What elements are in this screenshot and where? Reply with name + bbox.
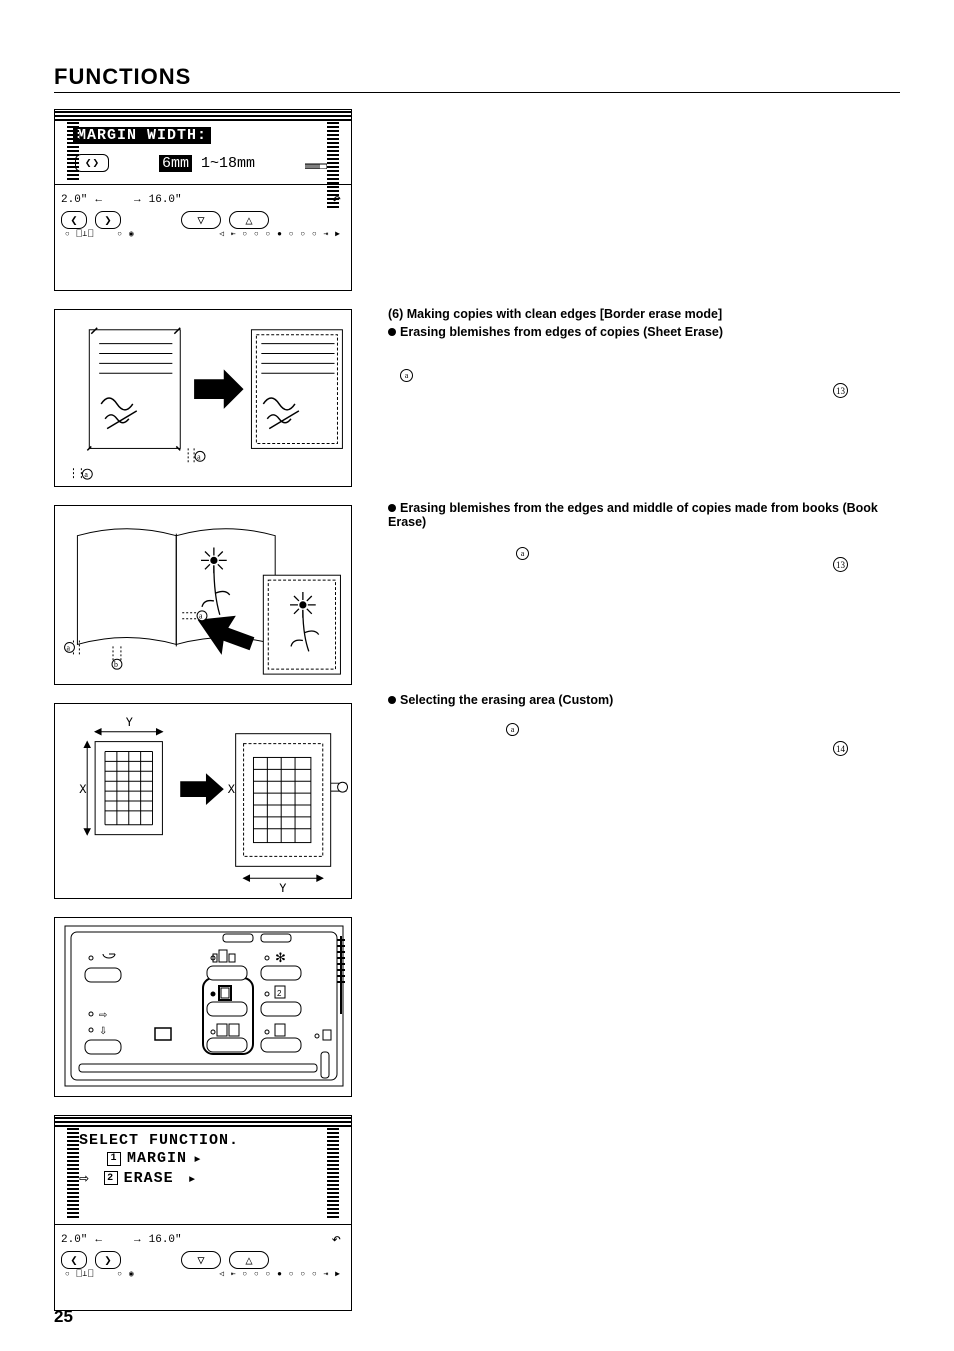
svg-text:a: a: [199, 612, 203, 621]
figure-custom-erase: X Y X: [54, 703, 352, 899]
lcd-margin-title: MARGIN WIDTH:: [73, 127, 211, 144]
left-button[interactable]: ❮: [61, 1251, 87, 1269]
svg-text:2: 2: [277, 989, 282, 998]
option-2-number: 2: [104, 1171, 118, 1185]
undo-icon[interactable]: ↶: [331, 1229, 341, 1249]
figure-book-erase: a b a: [54, 505, 352, 685]
indicator-row: ○ ⎕⊥⎕ ○ ◉ ◁ ⇤ ○ ○ ○ ● ○ ○ ○ ⇥ ▶: [61, 1269, 345, 1280]
down-button[interactable]: ▽: [181, 211, 221, 229]
select-title: SELECT FUNCTION.: [73, 1132, 333, 1149]
divider: [54, 92, 900, 93]
bullet-icon: [388, 696, 396, 704]
option-1-number: 1: [107, 1152, 121, 1166]
figure-control-panel: ⇨ ⇩: [54, 917, 352, 1097]
marker-a: a: [516, 547, 529, 560]
svg-text:a: a: [67, 643, 71, 652]
up-button[interactable]: △: [229, 1251, 269, 1269]
undo-icon[interactable]: ↶: [331, 189, 341, 209]
svg-text:b: b: [114, 660, 118, 669]
svg-text:a: a: [197, 452, 201, 461]
bullet-icon: [388, 328, 396, 336]
margin-value: 6mm: [159, 155, 192, 172]
right-button[interactable]: ❯: [95, 211, 121, 229]
zoom-min: 2.0": [61, 194, 87, 206]
marker-a: a: [400, 369, 413, 382]
label-y: Y: [126, 715, 133, 729]
svg-text:X: X: [228, 782, 236, 796]
triangle-right-icon: ▸: [193, 1149, 203, 1168]
section-6-heading: (6) Making copies with clean edges [Bord…: [388, 307, 900, 321]
book-erase-title: Erasing blemishes from the edges and mid…: [388, 501, 878, 529]
ref-13: 13: [833, 383, 848, 398]
svg-text:⇨: ⇨: [99, 1010, 107, 1021]
right-button[interactable]: ❯: [95, 1251, 121, 1269]
zoom-max: 16.0": [149, 194, 182, 206]
pointer-icon: ⇨: [79, 1168, 90, 1188]
svg-text:✻: ✻: [275, 950, 286, 965]
page-number: 25: [54, 1307, 73, 1327]
down-button[interactable]: ▽: [181, 1251, 221, 1269]
zoom-min: 2.0": [61, 1234, 87, 1246]
svg-text:Y: Y: [279, 881, 286, 895]
label-x: X: [79, 782, 87, 796]
up-button[interactable]: △: [229, 211, 269, 229]
page-title: FUNCTIONS: [54, 64, 900, 90]
zoom-max: 16.0": [149, 1234, 182, 1246]
triangle-right-icon: ▸: [188, 1169, 198, 1188]
option-1-label[interactable]: MARGIN: [127, 1150, 187, 1167]
ref-14: 14: [833, 741, 848, 756]
left-button[interactable]: ❮: [61, 211, 87, 229]
marker-a: a: [506, 723, 519, 736]
custom-erase-title: Selecting the erasing area (Custom): [400, 693, 613, 707]
bullet-icon: [388, 504, 396, 512]
progress-icon: [305, 155, 327, 171]
nav-left-right-icon[interactable]: ❮❯: [75, 154, 109, 172]
ref-13: 13: [833, 557, 848, 572]
lcd-select-function: SELECT FUNCTION. 1 MARGIN ▸ ⇨ 2 ERASE ▸: [54, 1115, 352, 1311]
figure-sheet-erase: a a: [54, 309, 352, 487]
indicator-row: ○ ⎕⊥⎕ ○ ◉ ◁ ⇤ ○ ○ ○ ● ○ ○ ○ ⇥ ▶: [61, 229, 345, 240]
sheet-erase-title: Erasing blemishes from edges of copies (…: [400, 325, 723, 339]
option-2-label[interactable]: ERASE: [124, 1170, 174, 1187]
svg-text:a: a: [84, 470, 88, 479]
lcd-margin-width: MARGIN WIDTH: ❮❯ 6mm 1~18mm 2.0"← →16.0"…: [54, 109, 352, 291]
margin-range: 1~18mm: [201, 155, 255, 172]
svg-text:⇩: ⇩: [99, 1026, 107, 1037]
